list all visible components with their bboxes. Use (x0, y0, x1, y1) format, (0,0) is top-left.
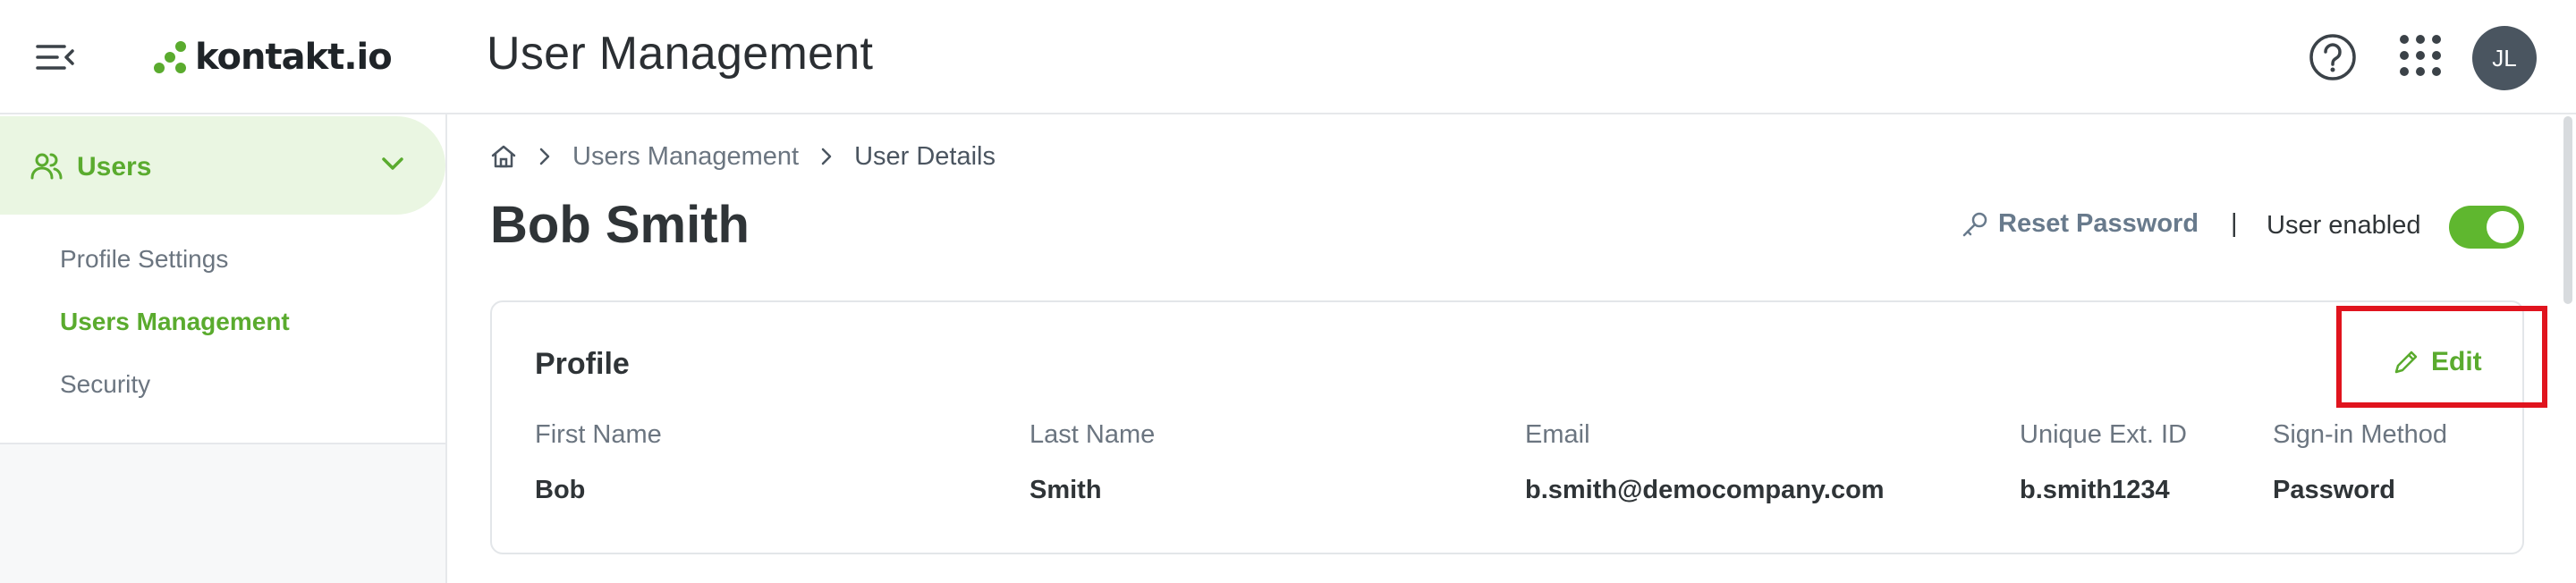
last-name-value: Smith (1030, 476, 1102, 504)
breadcrumb-user-details: User Details (854, 141, 996, 171)
sign-in-method-value: Password (2273, 476, 2395, 504)
top-bar: kontakt.io User Management JL (0, 0, 2576, 114)
sidebar-item-security[interactable]: Security (60, 370, 150, 399)
chevron-right-icon (821, 148, 832, 165)
sidebar-group-users[interactable]: Users (0, 116, 445, 215)
profile-card-title: Profile (535, 347, 630, 381)
user-enabled-label: User enabled (2267, 211, 2421, 240)
first-name-value: Bob (535, 476, 586, 504)
help-icon[interactable] (2308, 32, 2358, 82)
chevron-right-icon (539, 148, 550, 165)
menu-collapse-icon[interactable] (36, 41, 75, 73)
logo[interactable]: kontakt.io (152, 32, 393, 82)
scrollbar[interactable] (2563, 116, 2572, 304)
logo-text: kontakt.io (195, 37, 393, 78)
page-title: Bob Smith (490, 196, 750, 254)
sign-in-method-label: Sign-in Method (2273, 420, 2448, 449)
breadcrumb: Users Management User Details (490, 140, 996, 173)
chevron-down-icon[interactable] (379, 150, 406, 177)
home-icon[interactable] (490, 143, 517, 170)
sidebar-item-users-management[interactable]: Users Management (60, 308, 290, 336)
toggle-knob (2487, 211, 2519, 243)
key-icon (1962, 212, 1987, 236)
unique-ext-id-value: b.smith1234 (2020, 476, 2170, 504)
edit-highlight-box (2336, 306, 2547, 408)
apps-grid-icon[interactable] (2397, 32, 2444, 79)
user-enabled-toggle[interactable] (2449, 206, 2524, 249)
sidebar-footer-area (0, 444, 445, 583)
sidebar-group-label: Users (77, 152, 152, 182)
sidebar: Users Profile Settings Users Management … (0, 114, 447, 583)
users-icon (30, 153, 63, 180)
separator: | (2231, 209, 2238, 238)
email-label: Email (1525, 420, 1590, 449)
email-value: b.smith@democompany.com (1525, 476, 1885, 504)
sidebar-item-profile-settings[interactable]: Profile Settings (60, 245, 228, 274)
kontakt-logo-mark-icon (154, 41, 186, 73)
unique-ext-id-label: Unique Ext. ID (2020, 420, 2187, 449)
avatar[interactable]: JL (2472, 26, 2537, 90)
app-title: User Management (487, 28, 874, 80)
reset-password-label: Reset Password (1998, 209, 2199, 238)
last-name-label: Last Name (1030, 420, 1156, 449)
breadcrumb-users-management[interactable]: Users Management (572, 142, 799, 172)
profile-card: Profile Edit First Name Bob Last Name Sm… (490, 300, 2524, 554)
reset-password-button[interactable]: Reset Password (1961, 209, 2199, 239)
first-name-label: First Name (535, 420, 662, 449)
